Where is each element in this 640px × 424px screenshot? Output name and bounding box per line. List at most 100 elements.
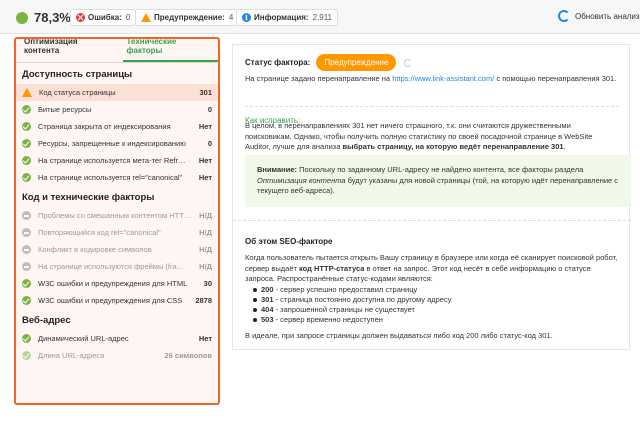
errors-label: Ошибка: — [88, 13, 122, 22]
factor-name: Страница закрыта от индексирования — [38, 122, 171, 131]
section-heading: Код и технические факторы — [22, 192, 155, 203]
recheck-icon[interactable] — [404, 58, 413, 67]
about-factor-heading: Об этом SEO-факторе — [245, 237, 333, 246]
factor-row[interactable]: Код статуса страницы 301 — [16, 84, 218, 101]
factor-row[interactable]: На странице используется rel="canonical"… — [16, 169, 218, 186]
errors-count: 0 — [125, 13, 131, 22]
check-icon — [22, 122, 31, 131]
factor-name: Конфликт в кодировке символов — [38, 245, 152, 254]
note-italic: Оптимизация контента — [257, 175, 346, 185]
refresh-icon — [558, 10, 570, 22]
note-text: Поскольку по заданному URL-адресу не най… — [297, 165, 584, 174]
about-factor-text: Когда пользователь пытается открыть Вашу… — [245, 253, 619, 285]
warnings-filter[interactable]: Предупреждение: 4 — [135, 9, 240, 26]
factor-value: Нет — [198, 173, 212, 182]
factor-value: 30 — [203, 279, 212, 288]
factor-value: Н/Д — [199, 245, 212, 254]
list-item: 404 - запрошенной страницы не существует — [251, 305, 451, 315]
errors-filter[interactable]: Ошибка: 0 — [70, 9, 137, 26]
redirect-target-link[interactable]: https://www.link-assistant.com/ — [392, 74, 494, 83]
factor-name: Битые ресурсы — [38, 105, 92, 114]
refresh-label: Обновить анализ — [575, 11, 640, 21]
info-count: 2,911 — [312, 13, 333, 22]
factor-name: На странице используются фреймы (fra… — [38, 262, 185, 271]
factor-value: Н/Д — [199, 211, 212, 220]
info-filter[interactable]: i Информация: 2,911 — [236, 9, 339, 26]
factor-row[interactable]: Проблемы со смешанным контентом HTTP/… Н/… — [16, 207, 218, 224]
factor-row[interactable]: На странице используется мета-тег Refr… Н… — [16, 152, 218, 169]
warning-icon — [22, 88, 32, 97]
check-icon — [22, 139, 31, 148]
top-bar: 78,3% Ошибка: 0 Предупреждение: 4 i Инфо… — [0, 0, 640, 34]
factor-name: Ресурсы, запрещенные к индексированию — [38, 139, 186, 148]
factor-row[interactable]: Битые ресурсы 0 — [16, 101, 218, 118]
factor-tabs: Оптимизация контента Технические факторы — [16, 39, 218, 63]
factor-value: 2878 — [195, 296, 212, 305]
overall-score: 78,3% — [16, 10, 71, 25]
intro-text-end: с помощью перенаправления 301. — [494, 74, 617, 83]
how-to-fix-text: В целом, в перенаправлениях 301 нет ниче… — [245, 121, 619, 153]
check-icon — [22, 105, 31, 114]
tab-content-optimization[interactable]: Оптимизация контента — [20, 39, 119, 62]
intro-text: На странице задано перенаправление на — [245, 74, 393, 83]
factor-name: На странице используется rel="canonical" — [38, 173, 183, 182]
factor-row[interactable]: Страница закрыта от индексирования Нет — [16, 118, 218, 135]
factor-row[interactable]: W3C ошибки и предупреждения для CSS 2878 — [16, 292, 218, 309]
factor-row[interactable]: На странице используются фреймы (fra… Н/Д — [16, 258, 218, 275]
list-item: 503 - сервер временно недоступен — [251, 315, 451, 325]
check-icon — [22, 173, 31, 182]
factor-name: W3C ошибки и предупреждения для HTML — [38, 279, 188, 288]
factor-name: Повторяющийся код rel="canonical" — [38, 228, 161, 237]
not-applicable-icon — [22, 245, 31, 254]
factor-status-row: Статус фактора: Предупреждение — [245, 54, 413, 71]
factor-row[interactable]: Конфликт в кодировке символов Н/Д — [16, 241, 218, 258]
check-icon — [22, 334, 31, 343]
not-applicable-icon — [22, 228, 31, 237]
factor-row[interactable]: W3C ошибки и предупреждения для HTML 30 — [16, 275, 218, 292]
factor-row[interactable]: Повторяющийся код rel="canonical" Н/Д — [16, 224, 218, 241]
check-icon — [22, 296, 31, 305]
factor-row[interactable]: Динамический URL-адрес Нет — [16, 330, 218, 347]
info-icon: i — [242, 13, 251, 22]
section-heading: Доступность страницы — [22, 69, 133, 80]
status-label: Статус фактора: — [245, 58, 311, 67]
score-indicator-icon — [16, 11, 28, 24]
factor-value: 0 — [207, 105, 212, 114]
factor-name: Проблемы со смешанным контентом HTTP/… — [38, 211, 194, 220]
status-code-list: 200 - сервер успешно предоставил страниц… — [251, 285, 451, 325]
factor-value: Нет — [198, 156, 212, 165]
factor-value: 0 — [207, 139, 212, 148]
check-icon — [22, 279, 31, 288]
factor-name: W3C ошибки и предупреждения для CSS — [38, 296, 183, 305]
factors-panel: Оптимизация контента Технические факторы… — [14, 37, 220, 405]
factor-value: Н/Д — [199, 262, 212, 271]
not-applicable-icon — [22, 211, 31, 220]
list-item: 200 - сервер успешно предоставил страниц… — [251, 285, 451, 295]
not-applicable-icon — [22, 262, 31, 271]
section-divider — [233, 220, 631, 221]
factor-value: Н/Д — [199, 228, 212, 237]
factor-name: Код статуса страницы — [39, 88, 116, 97]
factor-row[interactable]: Длина URL-адреса 26 символов — [16, 347, 218, 364]
fix-text-end: . — [563, 142, 566, 151]
note-label: Внимание: — [257, 165, 297, 174]
warnings-label: Предупреждение: — [154, 13, 225, 22]
section-heading: Веб-адрес — [22, 315, 71, 326]
attention-note: Внимание: Поскольку по заданному URL-адр… — [245, 155, 631, 207]
warnings-count: 4 — [228, 13, 234, 22]
factor-name: Динамический URL-адрес — [38, 334, 129, 343]
check-icon — [22, 156, 31, 165]
refresh-analysis-button[interactable]: Обновить анализ — [558, 10, 640, 22]
tab-technical-factors[interactable]: Технические факторы — [122, 39, 218, 62]
fix-text-bold: выбрать страницу, на которую ведёт перен… — [342, 142, 564, 151]
status-badge: Предупреждение — [316, 54, 397, 71]
factor-list: Доступность страницы Код статуса страницы… — [16, 66, 218, 364]
ideal-note: В идеале, при запросе страницы должен вы… — [245, 331, 553, 340]
error-icon — [76, 13, 85, 22]
score-value: 78,3% — [34, 10, 71, 25]
factor-value: 26 символов — [164, 351, 212, 360]
factor-name: На странице используется мета-тег Refr… — [38, 156, 186, 165]
factor-value: Нет — [198, 122, 212, 131]
factor-row[interactable]: Ресурсы, запрещенные к индексированию 0 — [16, 135, 218, 152]
check-icon — [22, 351, 31, 360]
